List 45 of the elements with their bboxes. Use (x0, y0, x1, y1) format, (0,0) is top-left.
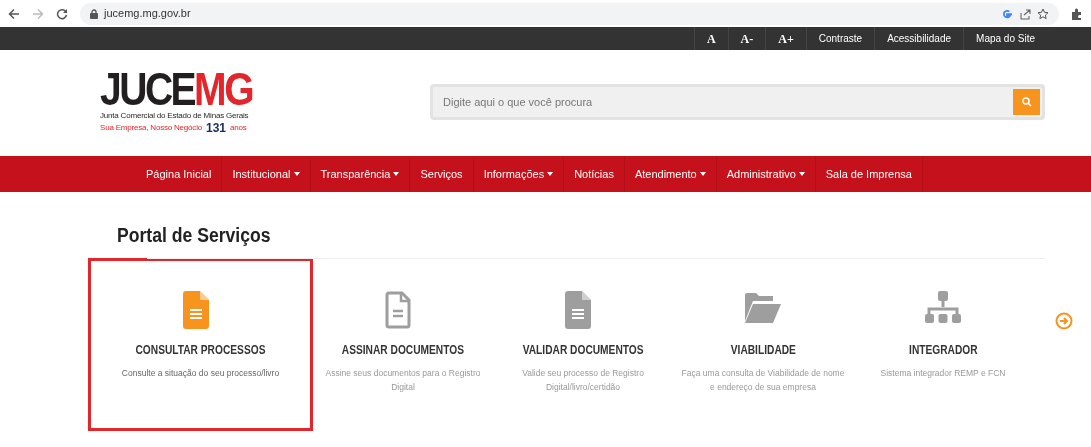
service-card[interactable]: INTEGRADOR Sistema integrador REMP e FCN (853, 258, 1033, 431)
service-title: INTEGRADOR (908, 342, 978, 359)
top-link[interactable]: Acessibilidade (874, 27, 964, 50)
top-link[interactable]: Mapa do Site (963, 27, 1047, 50)
font-size-button[interactable]: A+ (765, 27, 806, 50)
nav-link[interactable]: Notícias (564, 156, 625, 192)
service-card[interactable]: VIABILIDADE Faça uma consulta de Viabilidade de nome e endereço de sua empresa (673, 258, 853, 431)
nav-dropdown[interactable]: Institucional (222, 156, 311, 192)
service-description: Valide seu processo de Registro Digital/livro/certidão (521, 367, 645, 394)
service-card[interactable]: CONSULTAR PROCESSOS Consulte a situação do seu processo/livro (88, 258, 313, 431)
star-icon[interactable] (1037, 7, 1049, 20)
nav-dropdown[interactable]: Informações (473, 156, 565, 192)
service-description: Sistema integrador REMP e FCN (879, 367, 1007, 380)
google-icon[interactable] (1001, 7, 1013, 20)
nav-link[interactable]: Serviços (410, 156, 474, 192)
nav-dropdown[interactable]: Atendimento (624, 156, 717, 192)
share-icon[interactable] (1019, 7, 1031, 20)
font-size-button[interactable]: A- (727, 27, 766, 50)
service-title: VALIDAR DOCUMENTOS (522, 342, 644, 359)
font-size-button[interactable]: A (693, 27, 728, 50)
puzzle-icon[interactable] (1071, 7, 1083, 20)
logo-subtitle: Junta Comercial do Estado de Minas Gerais (100, 110, 250, 123)
nav-link[interactable]: Página Inicial (136, 156, 223, 192)
lock-icon (90, 8, 98, 19)
service-title: CONSULTAR PROCESSOS (135, 342, 266, 359)
back-icon[interactable] (8, 7, 20, 20)
reload-icon[interactable] (56, 7, 68, 20)
service-description: Consulte a situação do seu processo/livro (120, 367, 281, 380)
logo-years-label: anos (230, 122, 247, 135)
service-description: Faça uma consulta de Viabilidade de nome e endereço de sua empresa (680, 367, 846, 394)
logo-years: 131 (205, 122, 226, 135)
top-link[interactable]: Contraste (805, 27, 875, 50)
nav-dropdown[interactable]: Transparência (310, 156, 411, 192)
nav-dropdown[interactable]: Administrativo (716, 156, 816, 192)
nav-link[interactable]: Sala de Imprensa (815, 156, 923, 192)
section-title: Portal de Serviços (117, 223, 271, 248)
logo-tagline: Sua Empresa, Nosso Negócio (100, 122, 202, 135)
service-title: ASSINAR DOCUMENTOS (341, 342, 465, 359)
service-title: VIABILIDADE (730, 342, 796, 359)
address-bar[interactable]: jucemg.mg.gov.br (80, 2, 1059, 25)
title-accent (115, 258, 147, 260)
service-card[interactable]: ASSINAR DOCUMENTOS Assine seus documentos para o Registro Digital (313, 258, 493, 431)
logo-wordmark: JUCEMG (100, 68, 252, 111)
service-card[interactable]: VALIDAR DOCUMENTOS Valide seu processo de Registro Digital/livro/certidão (493, 258, 673, 431)
service-description: Assine seus documentos para o Registro Digital (324, 367, 482, 394)
